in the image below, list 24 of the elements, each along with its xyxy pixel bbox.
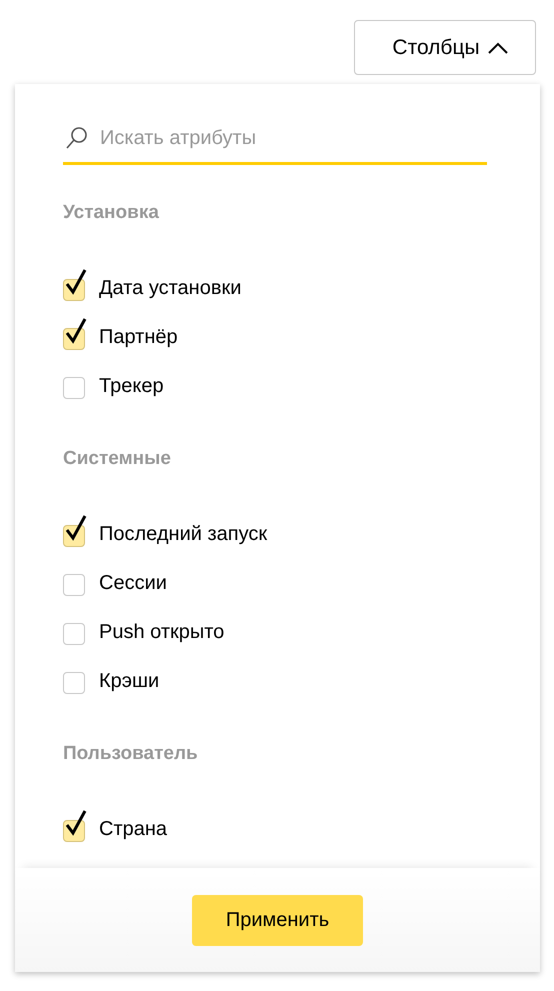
search-field[interactable]: Искать атрибуты xyxy=(98,126,487,150)
checkbox[interactable] xyxy=(63,266,87,300)
apply-button[interactable]: Применить xyxy=(192,894,363,946)
chevron-icon xyxy=(488,42,508,54)
checkbox-label: Push открыто xyxy=(99,621,224,644)
checkbox-label: Партнёр xyxy=(99,326,178,349)
check-icon xyxy=(65,266,87,296)
checkbox[interactable] xyxy=(63,316,87,350)
group-title: Установка xyxy=(63,202,160,224)
checkbox-label: Сессии xyxy=(99,572,167,595)
checkbox-label: Последний запуск xyxy=(99,523,268,546)
checkbox-label: Крэши xyxy=(99,670,160,693)
check-icon xyxy=(65,808,87,838)
check-icon xyxy=(65,512,87,542)
checkbox-label: Трекер xyxy=(99,375,164,398)
checkbox[interactable] xyxy=(63,808,87,842)
group-title: Системные xyxy=(63,448,172,470)
checkbox[interactable] xyxy=(63,512,87,546)
checkbox-label: Дата установки xyxy=(99,277,242,300)
check-icon xyxy=(65,316,87,346)
search-icon xyxy=(66,126,88,150)
checkbox-label: Страна xyxy=(99,818,168,841)
group-title: Пользователь xyxy=(63,743,199,765)
columns-button[interactable]: Столбцы xyxy=(354,20,536,75)
